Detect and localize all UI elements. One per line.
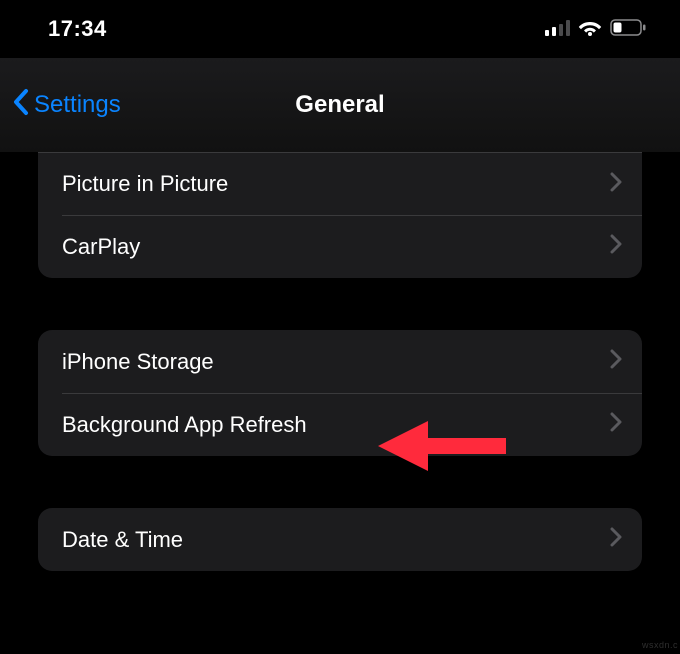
row-background-app-refresh[interactable]: Background App Refresh: [38, 393, 642, 456]
chevron-right-icon: [610, 172, 622, 197]
status-indicators: [545, 16, 646, 42]
chevron-left-icon: [12, 88, 30, 123]
status-bar: 17:34: [0, 0, 680, 58]
settings-group-2: iPhone Storage Background App Refresh: [38, 330, 642, 456]
content: Picture in Picture CarPlay iPhone Storag…: [0, 152, 680, 571]
nav-bar: Settings General: [0, 58, 680, 152]
back-label: Settings: [34, 91, 121, 119]
row-label: Background App Refresh: [62, 412, 610, 438]
chevron-right-icon: [610, 527, 622, 552]
settings-general-screen: 17:34: [0, 0, 680, 654]
chevron-right-icon: [610, 412, 622, 437]
wifi-icon: [578, 16, 602, 42]
row-date-time[interactable]: Date & Time: [38, 508, 642, 571]
chevron-right-icon: [610, 234, 622, 259]
status-time: 17:34: [48, 16, 107, 42]
row-iphone-storage[interactable]: iPhone Storage: [38, 330, 642, 393]
row-label: iPhone Storage: [62, 349, 610, 375]
back-button[interactable]: Settings: [0, 88, 121, 123]
settings-group-3: Date & Time: [38, 508, 642, 571]
chevron-right-icon: [610, 349, 622, 374]
settings-group-1: Picture in Picture CarPlay: [38, 152, 642, 278]
row-carplay[interactable]: CarPlay: [38, 215, 642, 278]
cellular-icon: [545, 16, 570, 42]
row-label: Picture in Picture: [62, 171, 610, 197]
battery-low-icon: [610, 16, 646, 42]
row-picture-in-picture[interactable]: Picture in Picture: [38, 152, 642, 215]
watermark: wsxdn.c: [642, 640, 678, 650]
row-label: CarPlay: [62, 234, 610, 260]
row-label: Date & Time: [62, 527, 610, 553]
